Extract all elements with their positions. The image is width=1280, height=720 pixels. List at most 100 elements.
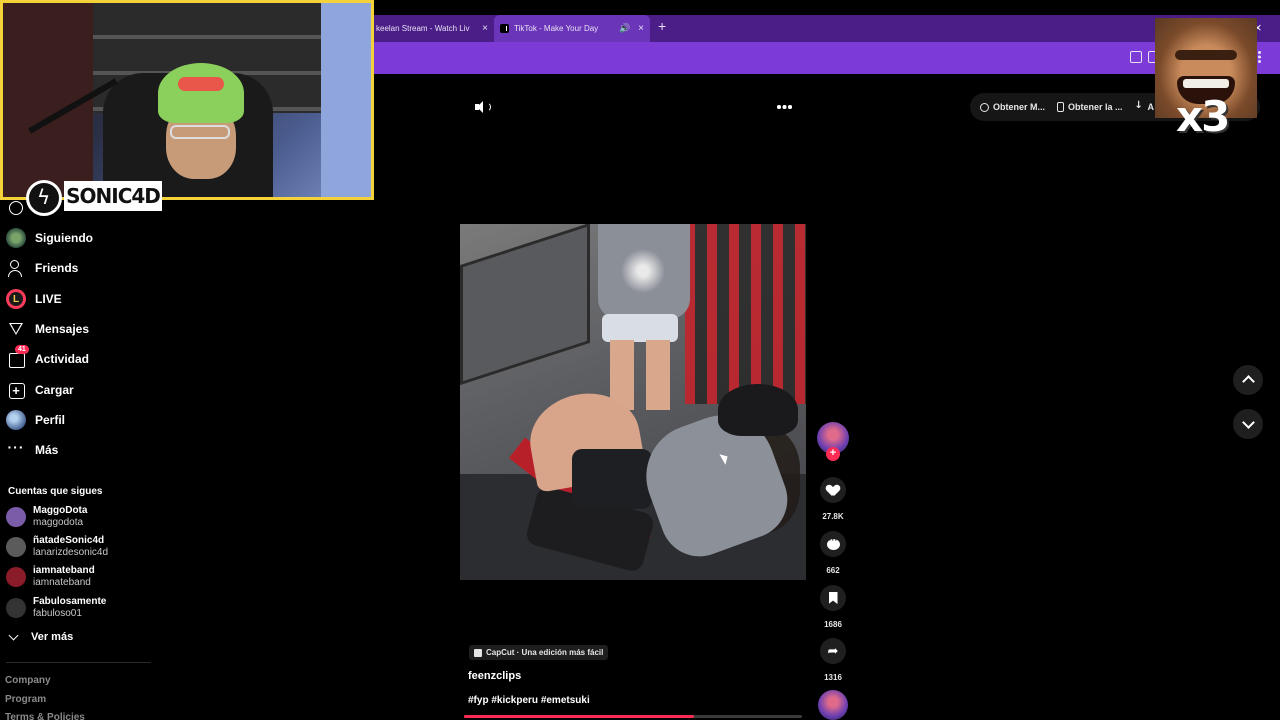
footer-link-company[interactable]: Company bbox=[5, 675, 51, 686]
sidebar-item-label: Siguiendo bbox=[35, 231, 93, 245]
sidebar-item-live[interactable]: L LIVE bbox=[6, 288, 62, 310]
notification-badge: 41 bbox=[15, 345, 29, 354]
tab-label: TikTok - Make Your Day bbox=[514, 24, 599, 33]
heart-icon bbox=[827, 485, 839, 496]
like-button[interactable] bbox=[820, 477, 846, 503]
meme-multiplier-text: x3 bbox=[1176, 92, 1230, 141]
sidebar-item-upload[interactable]: + Cargar bbox=[6, 379, 74, 401]
capcut-icon bbox=[474, 648, 482, 657]
live-icon: L bbox=[6, 289, 26, 309]
sidebar-item-friends[interactable]: Friends bbox=[6, 257, 78, 279]
follow-plus-icon[interactable]: + bbox=[826, 447, 840, 461]
get-button-label: A bbox=[1147, 102, 1155, 112]
comment-button[interactable] bbox=[820, 531, 846, 557]
following-icon bbox=[6, 228, 26, 248]
mouse-cursor-icon bbox=[722, 452, 732, 466]
streamer-hat bbox=[158, 63, 244, 123]
video-progress-fill bbox=[464, 715, 694, 718]
bookmark-icon bbox=[828, 592, 838, 604]
share-button[interactable]: ➦ bbox=[820, 638, 846, 664]
video-standing-person bbox=[598, 224, 690, 319]
streamer bbox=[158, 63, 248, 193]
close-tab-icon[interactable]: × bbox=[638, 23, 644, 34]
streamer-glasses bbox=[170, 125, 230, 139]
following-account[interactable]: ñatadeSonic4d lanarizdesonic4d bbox=[6, 533, 108, 561]
channel-name-plate: SONIC4D bbox=[64, 181, 162, 211]
video-standing-shorts bbox=[602, 314, 678, 342]
share-icon: ➦ bbox=[827, 643, 839, 659]
account-name: MaggoDota bbox=[33, 505, 88, 516]
phone-icon bbox=[1057, 102, 1065, 112]
video-seated-cap bbox=[718, 384, 798, 436]
see-more-label: Ver más bbox=[31, 631, 74, 643]
live-icon-letter: L bbox=[12, 293, 20, 305]
sidebar-divider bbox=[6, 662, 151, 663]
profile-avatar-icon bbox=[6, 410, 26, 430]
channel-logo-icon bbox=[26, 180, 62, 216]
cast-icon[interactable] bbox=[1130, 51, 1142, 63]
activity-icon: 41 bbox=[6, 345, 29, 369]
save-count: 1686 bbox=[824, 620, 842, 629]
get-mobile-app-button[interactable]: Obtener la ... bbox=[1057, 102, 1123, 112]
account-handle: maggodota bbox=[33, 517, 84, 528]
get-button-label: Obtener M... bbox=[993, 102, 1046, 112]
close-tab-icon[interactable]: × bbox=[482, 23, 488, 34]
next-video-button[interactable] bbox=[1233, 409, 1263, 439]
account-name: Fabulosamente bbox=[33, 596, 107, 607]
footer-link-terms[interactable]: Terms & Policies bbox=[5, 712, 85, 720]
browser-menu-icon[interactable] bbox=[1258, 51, 1261, 63]
tab-tiktok[interactable]: TikTok - Make Your Day 🔊 × bbox=[494, 15, 650, 42]
sidebar-item-label: Perfil bbox=[35, 413, 66, 427]
account-name: ñatadeSonic4d bbox=[33, 535, 105, 546]
tab-kick-stream[interactable]: keelan Stream - Watch Liv × bbox=[370, 15, 494, 42]
account-handle: iamnateband bbox=[33, 577, 91, 588]
get-app-button[interactable]: Obtener M... bbox=[980, 102, 1045, 112]
save-button[interactable] bbox=[820, 585, 846, 611]
following-account[interactable]: Fabulosamente fabuloso01 bbox=[6, 594, 106, 622]
download-icon bbox=[1135, 100, 1144, 112]
sidebar-item-more[interactable]: ··· Más bbox=[6, 439, 59, 461]
browser-tab-bar: keelan Stream - Watch Liv × TikTok - Mak… bbox=[370, 15, 1280, 42]
download-button[interactable]: A bbox=[1135, 100, 1155, 113]
more-icon-glyph: ··· bbox=[7, 439, 25, 455]
sidebar-item-label: Más bbox=[35, 443, 59, 457]
capcut-label: CapCut · Una edición más fácil bbox=[486, 648, 604, 657]
account-handle: lanarizdesonic4d bbox=[33, 547, 109, 558]
video-progress-bar[interactable] bbox=[464, 715, 802, 718]
volume-icon[interactable] bbox=[474, 99, 491, 115]
more-icon: ··· bbox=[6, 440, 26, 460]
explore-icon[interactable] bbox=[9, 201, 23, 215]
avatar bbox=[6, 537, 26, 557]
account-handle: fabuloso01 bbox=[33, 608, 82, 619]
globe-icon bbox=[980, 102, 989, 112]
new-tab-button[interactable]: + bbox=[658, 18, 666, 34]
see-more-button[interactable]: Ver más bbox=[8, 630, 74, 643]
video-standing-legs bbox=[610, 340, 670, 410]
sidebar-item-profile[interactable]: Perfil bbox=[6, 409, 65, 431]
video-player[interactable] bbox=[460, 224, 806, 580]
chevron-down-icon bbox=[8, 630, 19, 640]
speaker-icon[interactable]: 🔊 bbox=[619, 23, 630, 34]
video-seated-shorts bbox=[572, 449, 652, 509]
meme-eyes bbox=[1175, 50, 1237, 60]
footer-link-program[interactable]: Program bbox=[5, 694, 46, 705]
address-bar[interactable] bbox=[370, 42, 1280, 74]
music-disc-avatar[interactable] bbox=[818, 690, 848, 720]
sidebar-item-label: Actividad bbox=[35, 352, 90, 366]
comment-icon bbox=[826, 535, 840, 550]
sidebar-item-following[interactable]: Siguiendo bbox=[6, 227, 93, 249]
upload-icon: + bbox=[6, 380, 26, 400]
friends-icon bbox=[6, 258, 26, 278]
capcut-tag[interactable]: CapCut · Una edición más fácil bbox=[469, 645, 609, 660]
tab-label: keelan Stream - Watch Liv bbox=[376, 24, 470, 33]
previous-video-button[interactable] bbox=[1233, 365, 1263, 395]
following-accounts-title: Cuentas que sigues bbox=[8, 486, 103, 497]
more-options-icon[interactable] bbox=[777, 105, 793, 109]
author-name[interactable]: feenzclips bbox=[468, 670, 521, 682]
sidebar-item-activity[interactable]: 41 Actividad bbox=[6, 345, 90, 370]
comment-count: 662 bbox=[826, 566, 840, 575]
sidebar-item-messages[interactable]: Mensajes bbox=[6, 318, 89, 340]
video-hashtags[interactable]: #fyp #kickperu #emetsuki bbox=[468, 695, 590, 706]
following-account[interactable]: iamnateband iamnateband bbox=[6, 563, 95, 591]
following-account[interactable]: MaggoDota maggodota bbox=[6, 503, 87, 531]
